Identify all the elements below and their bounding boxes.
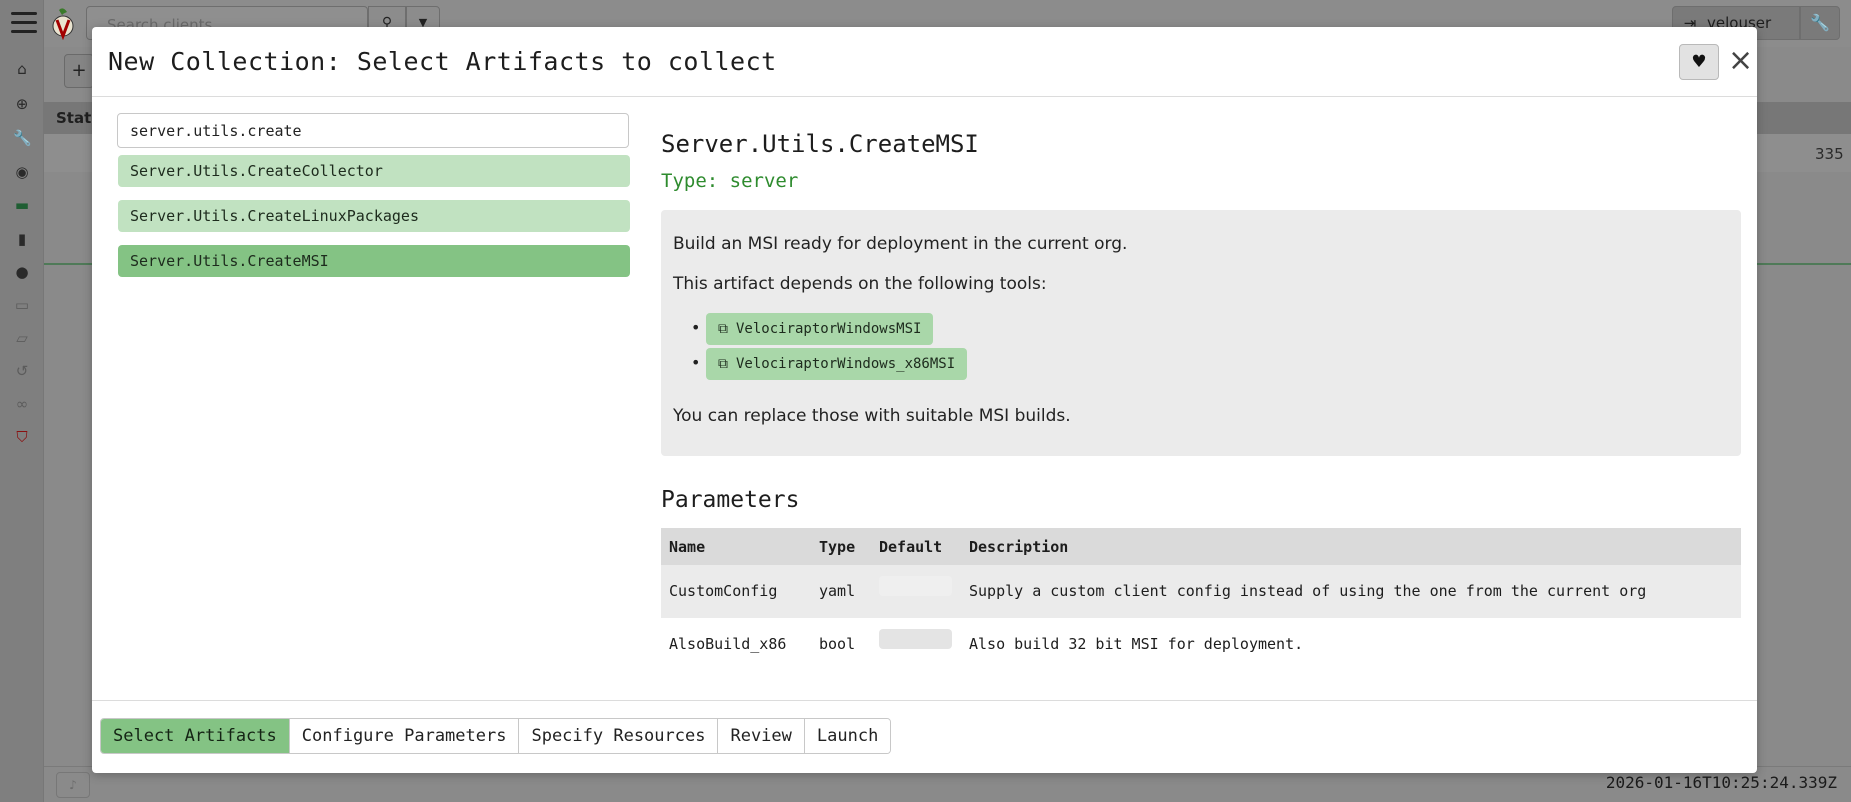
bell-icon[interactable]: ♪ bbox=[56, 772, 90, 798]
artifact-list-item-selected[interactable]: Server.Utils.CreateMSI bbox=[118, 245, 630, 277]
step-specify-resources[interactable]: Specify Resources bbox=[519, 719, 719, 753]
wizard-steps: Select Artifacts Configure Parameters Sp… bbox=[100, 718, 892, 754]
artifact-list-item[interactable]: Server.Utils.CreateLinuxPackages bbox=[118, 200, 630, 232]
crosshair-icon[interactable]: ⊕ bbox=[13, 95, 31, 113]
velociraptor-logo-icon[interactable] bbox=[50, 6, 76, 41]
param-name: CustomConfig bbox=[669, 582, 778, 600]
table-row: AlsoBuild_x86 bool Also build 32 bit MSI… bbox=[661, 618, 1741, 671]
settings-wrench-icon[interactable]: 🔧 bbox=[1800, 6, 1840, 40]
depends-text: This artifact depends on the following t… bbox=[673, 274, 1047, 294]
param-type: bool bbox=[819, 635, 856, 653]
binoculars-icon[interactable]: ∞ bbox=[13, 395, 31, 413]
home-icon[interactable]: ⌂ bbox=[13, 60, 31, 78]
server-icon[interactable]: ▬ bbox=[13, 196, 31, 214]
history-icon[interactable]: ↺ bbox=[13, 362, 31, 380]
artifact-detail-name: Server.Utils.CreateMSI bbox=[661, 130, 979, 158]
parameters-table-header: Name Type Default Description bbox=[661, 528, 1741, 565]
modal-header: New Collection: Select Artifacts to coll… bbox=[92, 27, 1757, 97]
new-collection-modal: New Collection: Select Artifacts to coll… bbox=[92, 27, 1757, 773]
param-name: AlsoBuild_x86 bbox=[669, 635, 787, 653]
parameters-heading: Parameters bbox=[661, 487, 800, 513]
velociraptor-shield-icon[interactable]: ⛉ bbox=[13, 428, 31, 446]
tool-link-label: VelociraptorWindows_x86MSI bbox=[736, 356, 956, 372]
background-row-value: 335 bbox=[1815, 145, 1844, 163]
column-header-description: Description bbox=[969, 538, 1069, 556]
book-icon[interactable]: ▮ bbox=[13, 230, 31, 248]
artifact-list-item[interactable]: Server.Utils.CreateCollector bbox=[118, 155, 630, 187]
param-default-field[interactable] bbox=[879, 576, 952, 596]
tool-link-label: VelociraptorWindowsMSI bbox=[736, 321, 922, 337]
step-select-artifacts[interactable]: Select Artifacts bbox=[101, 719, 290, 753]
column-header-default: Default bbox=[879, 538, 943, 556]
param-default-field[interactable] bbox=[879, 629, 952, 649]
external-link-icon: ⧉ bbox=[718, 356, 728, 372]
wrench-icon[interactable]: 🔧 bbox=[13, 129, 32, 147]
external-link-icon: ⧉ bbox=[718, 321, 728, 337]
step-launch[interactable]: Launch bbox=[804, 719, 891, 753]
column-header-type: Type bbox=[819, 538, 856, 556]
step-review[interactable]: Review bbox=[718, 719, 805, 753]
bullet: • bbox=[691, 318, 701, 337]
modal-footer: Select Artifacts Configure Parameters Sp… bbox=[92, 700, 1757, 773]
bullet: • bbox=[691, 353, 701, 372]
background-column-state: Stat bbox=[56, 109, 92, 127]
hamburger-menu-icon[interactable] bbox=[11, 12, 37, 34]
param-type: yaml bbox=[819, 582, 856, 600]
user-icon[interactable]: ● bbox=[13, 263, 31, 281]
tool-link[interactable]: ⧉ VelociraptorWindowsMSI bbox=[706, 313, 934, 345]
eye-icon[interactable]: ◉ bbox=[13, 163, 31, 181]
artifact-description: Build an MSI ready for deployment in the… bbox=[673, 234, 1128, 254]
new-collection-button[interactable]: + bbox=[64, 54, 94, 88]
param-description: Supply a custom client config instead of… bbox=[969, 582, 1647, 600]
close-icon[interactable]: × bbox=[1728, 43, 1753, 79]
artifact-description-box: Build an MSI ready for deployment in the… bbox=[661, 210, 1741, 456]
column-header-name: Name bbox=[669, 538, 706, 556]
param-description: Also build 32 bit MSI for deployment. bbox=[969, 635, 1304, 653]
laptop-icon[interactable]: ▭ bbox=[13, 296, 31, 314]
step-configure-parameters[interactable]: Configure Parameters bbox=[289, 719, 520, 753]
table-row: CustomConfig yaml Supply a custom client… bbox=[661, 565, 1741, 618]
modal-title: New Collection: Select Artifacts to coll… bbox=[108, 47, 777, 76]
folder-icon[interactable]: ▱ bbox=[13, 329, 31, 347]
favorite-heart-button[interactable]: ♥ bbox=[1679, 44, 1719, 80]
artifact-search-input[interactable] bbox=[117, 113, 629, 148]
artifact-detail-type: Type: server bbox=[661, 170, 799, 192]
status-timestamp: 2026-01-16T10:25:24.339Z bbox=[1605, 773, 1837, 792]
replace-text: You can replace those with suitable MSI … bbox=[673, 406, 1071, 426]
heart-icon: ♥ bbox=[1691, 52, 1707, 72]
tool-link[interactable]: ⧉ VelociraptorWindows_x86MSI bbox=[706, 348, 968, 380]
